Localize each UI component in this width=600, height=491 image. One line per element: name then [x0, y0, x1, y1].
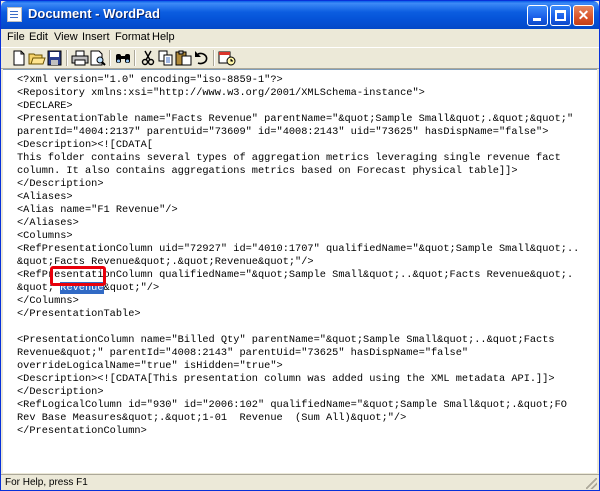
document-line: <PresentationColumn name="Billed Qty" pa… — [17, 334, 555, 346]
document-line: </Description> — [17, 386, 104, 398]
toolbar-separator — [134, 50, 136, 66]
document-line: <Description><![CDATA[This presentation … — [17, 373, 555, 385]
date-time-icon[interactable] — [218, 50, 236, 66]
document-line: <RefPresentationColumn uid="72927" id="4… — [17, 243, 580, 255]
document-line: <Aliases> — [17, 191, 73, 203]
document-line: <RefLogicalColumn id="930" id="2006:102"… — [17, 399, 567, 411]
document-line: Rev Base Measures&quot;.&quot;1-01 Reven… — [17, 412, 407, 424]
maximize-button[interactable] — [550, 5, 571, 26]
document-line: </Aliases> — [17, 217, 79, 229]
document-line: This folder contains several types of ag… — [17, 152, 561, 164]
toolbar — [1, 47, 599, 69]
find-icon[interactable] — [114, 50, 132, 66]
toolbar-separator — [213, 50, 215, 66]
document-line: parentId="4004:2137" parentUid="73609" i… — [17, 126, 549, 138]
copy-icon[interactable] — [157, 50, 175, 66]
title-bar[interactable]: Document - WordPad ✕ — [1, 1, 599, 29]
toolbar-separator — [109, 50, 111, 66]
document-line: <Repository xmlns:xsi="http://www.w3.org… — [17, 87, 425, 99]
document-line: Revenue&quot;" parentId="4008:2143" pare… — [17, 347, 469, 359]
document-line: </PresentationColumn> — [17, 425, 147, 437]
status-text: For Help, press F1 — [5, 477, 88, 488]
menu-bar: File Edit View Insert Format Help — [1, 29, 599, 47]
new-icon[interactable] — [10, 50, 28, 66]
close-icon: ✕ — [577, 7, 590, 23]
paste-icon[interactable] — [175, 50, 193, 66]
document-line: <DECLARE> — [17, 100, 73, 112]
minimize-button[interactable] — [527, 5, 548, 26]
undo-icon[interactable] — [193, 50, 211, 66]
menu-help[interactable]: Help — [152, 31, 175, 43]
cut-icon[interactable] — [139, 50, 157, 66]
wordpad-window: Document - WordPad ✕ File Edit View Inse… — [0, 0, 600, 491]
document-editor[interactable]: <?xml version="1.0" encoding="iso-8859-1… — [3, 69, 597, 473]
open-icon[interactable] — [28, 50, 46, 66]
menu-format[interactable]: Format — [115, 31, 150, 43]
document-line: <PresentationTable name="Facts Revenue" … — [17, 113, 574, 125]
resize-grip-icon[interactable] — [586, 478, 597, 489]
document-line: <Columns> — [17, 230, 73, 242]
print-icon[interactable] — [71, 50, 89, 66]
highlight-callout — [50, 266, 106, 286]
document-line: </Columns> — [17, 295, 79, 307]
maximize-icon — [555, 10, 566, 21]
menu-insert[interactable]: Insert — [82, 31, 110, 43]
document-icon — [7, 7, 22, 22]
menu-view[interactable]: View — [54, 31, 78, 43]
close-button[interactable]: ✕ — [573, 5, 594, 26]
toolbar-separator — [66, 50, 68, 66]
document-line: overrideLogicalName="true" isHidden="tru… — [17, 360, 283, 372]
document-line: <Alias name="F1 Revenue"/> — [17, 204, 178, 216]
print-preview-icon[interactable] — [89, 50, 107, 66]
document-line: column. It also contains aggregations me… — [17, 165, 518, 177]
save-icon[interactable] — [46, 50, 64, 66]
minimize-icon — [533, 18, 541, 21]
status-bar: For Help, press F1 — [1, 474, 599, 490]
document-line: </Description> — [17, 178, 104, 190]
document-line: <?xml version="1.0" encoding="iso-8859-1… — [17, 74, 283, 86]
menu-edit[interactable]: Edit — [29, 31, 48, 43]
menu-file[interactable]: File — [7, 31, 25, 43]
window-title: Document - WordPad — [28, 6, 160, 21]
document-line: <Description><![CDATA[ — [17, 139, 153, 151]
line-suffix: &quot;"/> — [103, 282, 160, 294]
document-line: </PresentationTable> — [17, 308, 141, 320]
